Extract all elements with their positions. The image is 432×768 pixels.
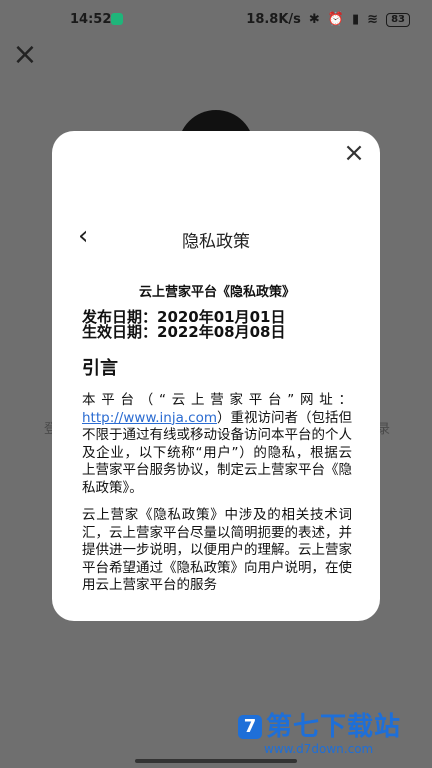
dates: 发布日期：2020年01月01日 生效日期：2022年08月08日 [82,310,352,340]
watermark-logo: 7 [238,715,262,739]
doc-title: 云上营家平台《隐私政策》 [138,285,295,300]
paragraph-2: 云上营家《隐私政策》中涉及的相关技术词汇，云上营家平台尽量以简明扼要的表述，并提… [82,507,352,593]
watermark-url: www.d7down.com [264,742,374,756]
status-bar: 14:52 18.8K/s ✱ ⏰ ▮ ≋ 83 [0,0,432,40]
page-title: 隐私政策 [182,232,250,252]
home-indicator[interactable] [135,759,297,763]
modal-close-icon[interactable]: × [342,140,366,166]
bluetooth-off-icon: ✱ [308,12,320,27]
close-icon[interactable]: × [12,40,38,70]
policy-content[interactable]: 云上营家平台《隐私政策》 发布日期：2020年01月01日 生效日期：2022年… [82,281,352,605]
shield-icon [111,13,123,25]
battery-icon: 83 [386,12,410,27]
status-right: 18.8K/s ✱ ⏰ ▮ ≋ 83 [246,12,410,27]
privacy-modal: × ‹ 隐私政策 云上营家平台《隐私政策》 发布日期：2020年01月01日 生… [52,131,380,621]
alarm-icon: ⏰ [327,12,345,27]
status-time: 14:52 [70,12,112,27]
signal-icon: ▮ [352,12,360,27]
wifi-icon: ≋ [367,12,379,27]
section-title: 引言 [82,358,118,379]
website-link[interactable]: http://www.inja.com [82,410,217,426]
watermark-text: 第七下载站 [266,712,402,742]
effective-date: 生效日期：2022年08月08日 [82,323,286,341]
network-speed: 18.8K/s [246,12,301,27]
watermark: 7 第七下载站 [238,714,401,740]
paragraph-1: 本平台（“云上营家平台”网址：http://www.inja.com）重视访问者… [82,392,352,497]
para1-start: 本平台（“云上营家平台”网址： [82,392,352,408]
